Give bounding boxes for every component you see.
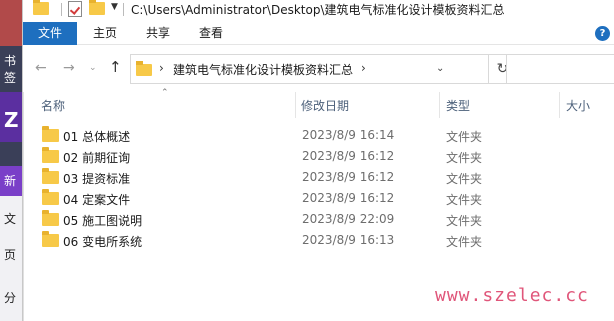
file-type: 文件夹 [446, 172, 483, 186]
background-avatar [0, 0, 22, 46]
column-header-size[interactable]: 大小 [566, 97, 590, 114]
background-window-strip: 书签 Z 新 文 页 分 [0, 0, 22, 321]
tab-home[interactable]: 主页 [85, 22, 125, 45]
file-name: 05 施工图说明 [63, 214, 143, 228]
back-arrow-icon[interactable]: ← [35, 60, 47, 76]
address-bar[interactable]: › 建筑电气标准化设计模板资料汇总 › ⌄ [130, 54, 489, 84]
file-date: 2023/8/9 16:12 [302, 149, 395, 163]
file-row[interactable]: 05 施工图说明 2023/8/9 22:09 文件夹 [23, 209, 614, 230]
background-label: 文 [4, 212, 17, 226]
background-label: 分 [4, 291, 17, 305]
background-label: 书签 [4, 54, 17, 85]
column-divider[interactable] [295, 92, 296, 118]
address-history-dropdown-icon[interactable]: ⌄ [436, 63, 444, 74]
column-header-type[interactable]: 类型 [446, 97, 470, 114]
column-header-name[interactable]: 名称 [41, 97, 65, 114]
file-explorer-window: ▼ C:\Users\Administrator\Desktop\建筑电气标准化… [22, 0, 614, 321]
file-row[interactable]: 02 前期征询 2023/8/9 16:12 文件夹 [23, 146, 614, 167]
divider [61, 3, 62, 16]
up-arrow-icon[interactable]: ↑ [109, 58, 122, 76]
file-type: 文件夹 [446, 151, 483, 165]
column-divider[interactable] [559, 92, 560, 118]
sort-caret-icon: ⌃ [161, 88, 169, 98]
file-date: 2023/8/9 16:12 [302, 191, 395, 205]
column-divider[interactable] [439, 92, 440, 118]
folder-icon[interactable] [33, 0, 49, 15]
file-name: 01 总体概述 [63, 130, 131, 144]
file-row[interactable]: 06 变电所系统 2023/8/9 16:13 文件夹 [23, 230, 614, 251]
properties-icon[interactable] [68, 1, 82, 17]
file-date: 2023/8/9 16:12 [302, 170, 395, 184]
new-folder-icon[interactable] [89, 0, 105, 15]
file-row[interactable]: 03 提资标准 2023/8/9 16:12 文件夹 [23, 167, 614, 188]
search-input[interactable] [506, 54, 614, 84]
file-type: 文件夹 [446, 214, 483, 228]
title-bar: ▼ C:\Users\Administrator\Desktop\建筑电气标准化… [23, 0, 614, 20]
window-title: C:\Users\Administrator\Desktop\建筑电气标准化设计… [131, 3, 505, 17]
breadcrumb-chevron-icon[interactable]: › [361, 61, 366, 75]
file-date: 2023/8/9 16:13 [302, 233, 395, 247]
folder-icon [42, 231, 59, 247]
folder-icon [42, 210, 59, 226]
file-date: 2023/8/9 16:14 [302, 128, 395, 142]
file-name: 03 提资标准 [63, 172, 131, 186]
watermark: www.szelec.cc [435, 285, 589, 306]
tab-share[interactable]: 共享 [138, 22, 178, 45]
file-type: 文件夹 [446, 193, 483, 207]
background-logo: Z [4, 108, 19, 132]
folder-icon [42, 189, 59, 205]
folder-icon [42, 126, 59, 142]
file-type: 文件夹 [446, 130, 483, 144]
background-label: 页 [4, 248, 17, 262]
tab-file[interactable]: 文件 [23, 22, 77, 45]
divider [123, 3, 124, 16]
folder-icon [42, 168, 59, 184]
file-name: 04 定案文件 [63, 193, 131, 207]
breadcrumb-current-folder[interactable]: 建筑电气标准化设计模板资料汇总 [173, 61, 353, 78]
file-row[interactable]: 01 总体概述 2023/8/9 16:14 文件夹 [23, 125, 614, 146]
help-icon[interactable]: ? [595, 26, 610, 41]
forward-arrow-icon[interactable]: → [63, 60, 75, 76]
file-name: 02 前期征询 [63, 151, 131, 165]
breadcrumb-chevron-icon[interactable]: › [159, 61, 164, 75]
tab-view[interactable]: 查看 [191, 22, 231, 45]
recent-locations-chevron-icon[interactable]: ⌄ [89, 63, 97, 73]
file-row[interactable]: 04 定案文件 2023/8/9 16:12 文件夹 [23, 188, 614, 209]
file-name: 06 变电所系统 [63, 235, 143, 249]
file-type: 文件夹 [446, 235, 483, 249]
background-label: 新 [4, 174, 17, 188]
quick-access-dropdown-icon[interactable]: ▼ [111, 2, 118, 12]
file-date: 2023/8/9 22:09 [302, 212, 395, 226]
ribbon: 文件 主页 共享 查看 ? [23, 22, 614, 45]
navigation-bar: ← → ⌄ ↑ › 建筑电气标准化设计模板资料汇总 › ⌄ ↻ [23, 45, 614, 92]
folder-icon [136, 61, 152, 76]
column-header-row: 名称 ⌃ 修改日期 类型 大小 [23, 88, 614, 118]
column-header-date[interactable]: 修改日期 [301, 97, 349, 114]
folder-icon [42, 147, 59, 163]
